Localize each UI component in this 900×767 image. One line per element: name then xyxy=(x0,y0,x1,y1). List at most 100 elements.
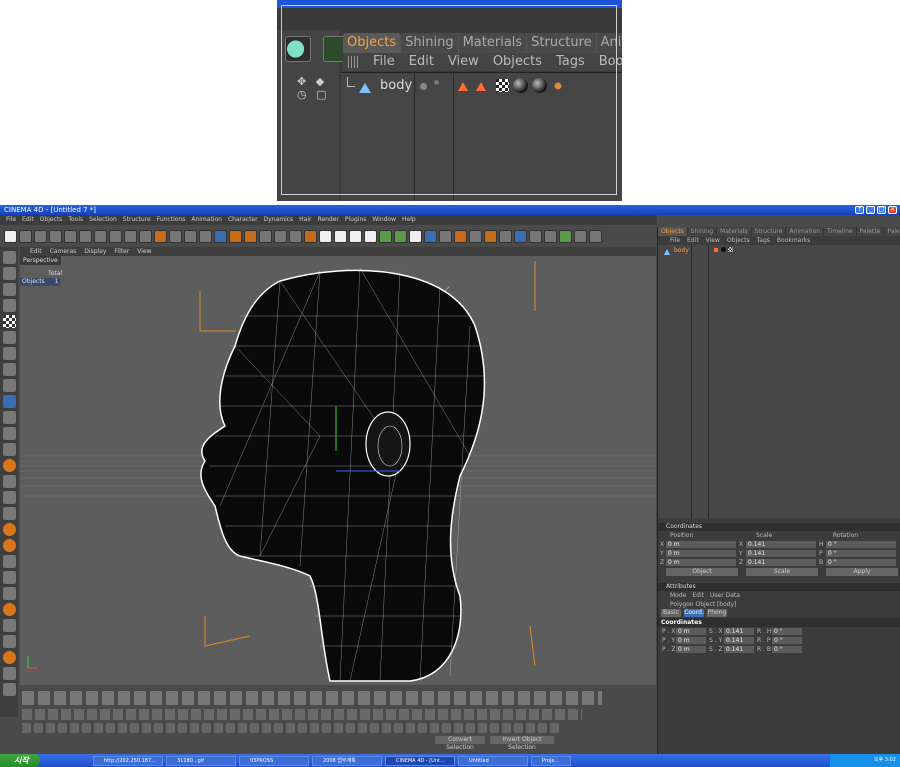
convert-selection-button[interactable]: Convert Selection xyxy=(435,736,485,751)
light-icon[interactable] xyxy=(499,229,512,243)
attr-menu-edit[interactable]: Edit xyxy=(692,591,704,600)
rp-menu-edit[interactable]: Edit xyxy=(687,236,699,245)
menu-tools[interactable]: Tools xyxy=(68,215,83,225)
rp-object-name[interactable]: body xyxy=(674,247,689,254)
rp-menu-view[interactable]: View xyxy=(706,236,720,245)
sphere-icon[interactable] xyxy=(2,459,16,472)
rp-tab-structure[interactable]: Structure xyxy=(752,227,787,236)
sphere-icon[interactable] xyxy=(2,539,16,552)
view-menu-edit[interactable]: Edit xyxy=(30,247,42,256)
tool-icon[interactable] xyxy=(589,229,602,243)
select-arrow-icon[interactable] xyxy=(154,229,167,243)
menu-objects[interactable]: Objects xyxy=(40,215,63,225)
tool-icon[interactable] xyxy=(2,363,16,376)
tool-icon[interactable] xyxy=(2,379,16,392)
taskbar-item[interactable]: Proje... xyxy=(531,755,571,766)
taskbar-item[interactable]: 31180...gif xyxy=(166,755,236,766)
tool-icon[interactable] xyxy=(529,229,542,243)
render-picture-icon[interactable] xyxy=(334,229,347,243)
rp-menu-tags[interactable]: Tags xyxy=(757,236,770,245)
pos-x-field[interactable]: 0 m xyxy=(666,541,736,548)
render-view-icon[interactable] xyxy=(319,229,332,243)
tool-icon[interactable] xyxy=(2,411,16,424)
tool-icon[interactable] xyxy=(2,427,16,440)
menu-render[interactable]: Render xyxy=(318,215,339,225)
object-manager-list[interactable]: body xyxy=(658,245,900,518)
rp-tab-palette-2[interactable]: Palette xyxy=(884,227,900,236)
tool-icon[interactable] xyxy=(2,491,16,504)
move-icon[interactable] xyxy=(214,229,227,243)
sphere-icon[interactable] xyxy=(2,523,16,536)
attr-scale-x[interactable]: 0.141 xyxy=(724,628,754,635)
window-close-icon[interactable]: ↑ xyxy=(855,206,864,214)
attr-rot-b[interactable]: 0 ° xyxy=(772,646,802,653)
tools-toolbar-row[interactable] xyxy=(22,709,582,720)
live-selection-icon[interactable] xyxy=(169,229,182,243)
rp-tab-palette[interactable]: Palette xyxy=(857,227,885,236)
tool-icon[interactable] xyxy=(2,347,16,360)
attr-tab-basic[interactable]: Basic xyxy=(661,609,681,617)
attr-tab-coord[interactable]: Coord. xyxy=(684,609,704,617)
modeling-toolbar-row[interactable] xyxy=(22,691,602,705)
tool-icon[interactable] xyxy=(2,619,16,632)
scale-y-field[interactable]: 0.141 xyxy=(746,550,816,557)
tool-icon[interactable] xyxy=(2,635,16,648)
coordinate-system-icon[interactable] xyxy=(304,229,317,243)
nurbs-icon[interactable] xyxy=(394,229,407,243)
menu-structure[interactable]: Structure xyxy=(123,215,151,225)
taskbar-item-active[interactable]: CINEMA 4D - [Unt... xyxy=(385,755,455,766)
scene-icon[interactable] xyxy=(454,229,467,243)
attr-scale-y[interactable]: 0.141 xyxy=(724,637,754,644)
copy-icon[interactable] xyxy=(94,229,107,243)
close-icon[interactable]: × xyxy=(888,206,897,214)
mode-select[interactable]: Object xyxy=(666,568,738,576)
attr-tab-phong[interactable]: Phong xyxy=(707,609,727,617)
attr-menu-mode[interactable]: Mode xyxy=(670,591,686,600)
tool-icon[interactable] xyxy=(2,587,16,600)
menu-help[interactable]: Help xyxy=(402,215,416,225)
attr-pos-z[interactable]: 0 m xyxy=(676,646,706,653)
save-icon[interactable] xyxy=(34,229,47,243)
invert-selection-button[interactable]: Invert Object Selection xyxy=(490,736,554,751)
scale-z-field[interactable]: 0.141 xyxy=(746,559,816,566)
rp-menu-objects[interactable]: Objects xyxy=(727,236,750,245)
x-axis-icon[interactable] xyxy=(259,229,272,243)
tool-icon[interactable] xyxy=(2,443,16,456)
sphere-icon[interactable] xyxy=(2,651,16,664)
y-axis-icon[interactable] xyxy=(274,229,287,243)
menu-character[interactable]: Character xyxy=(228,215,258,225)
camera-icon[interactable] xyxy=(484,229,497,243)
menu-functions[interactable]: Functions xyxy=(157,215,186,225)
sky-icon[interactable] xyxy=(514,229,527,243)
sphere-icon[interactable] xyxy=(2,603,16,616)
checker-icon[interactable] xyxy=(2,315,16,328)
minimize-icon[interactable]: _ xyxy=(866,206,875,214)
environment-icon[interactable] xyxy=(469,229,482,243)
rp-menu-file[interactable]: File xyxy=(670,236,680,245)
rot-b-field[interactable]: 0 ° xyxy=(826,559,896,566)
taskbar-item[interactable]: 03PROSS xyxy=(239,755,309,766)
tool-icon[interactable] xyxy=(2,555,16,568)
attr-rot-h[interactable]: 0 ° xyxy=(772,628,802,635)
pos-z-field[interactable]: 0 m xyxy=(666,559,736,566)
maximize-icon[interactable]: □ xyxy=(877,206,886,214)
lasso-icon[interactable] xyxy=(199,229,212,243)
taskbar-item[interactable]: 2008 업무계획 xyxy=(312,755,382,766)
menu-selection[interactable]: Selection xyxy=(89,215,117,225)
open-icon[interactable] xyxy=(19,229,32,243)
cut-icon[interactable] xyxy=(79,229,92,243)
render-settings-icon[interactable] xyxy=(349,229,362,243)
attr-pos-x[interactable]: 0 m xyxy=(676,628,706,635)
rp-tab-timeline[interactable]: Timeline xyxy=(824,227,857,236)
tool-icon[interactable] xyxy=(2,571,16,584)
sphere-icon[interactable] xyxy=(559,229,572,243)
view-menu-filter[interactable]: Filter xyxy=(114,247,129,256)
tool-icon[interactable] xyxy=(2,251,16,264)
texture-tag-icon[interactable] xyxy=(728,247,733,252)
pos-y-field[interactable]: 0 m xyxy=(666,550,736,557)
clock[interactable]: 오후 3:02 xyxy=(874,757,896,763)
menu-animation[interactable]: Animation xyxy=(191,215,222,225)
rp-tab-shining[interactable]: Shining xyxy=(688,227,718,236)
view-menu-cameras[interactable]: Cameras xyxy=(50,247,77,256)
attr-rot-p[interactable]: 0 ° xyxy=(772,637,802,644)
